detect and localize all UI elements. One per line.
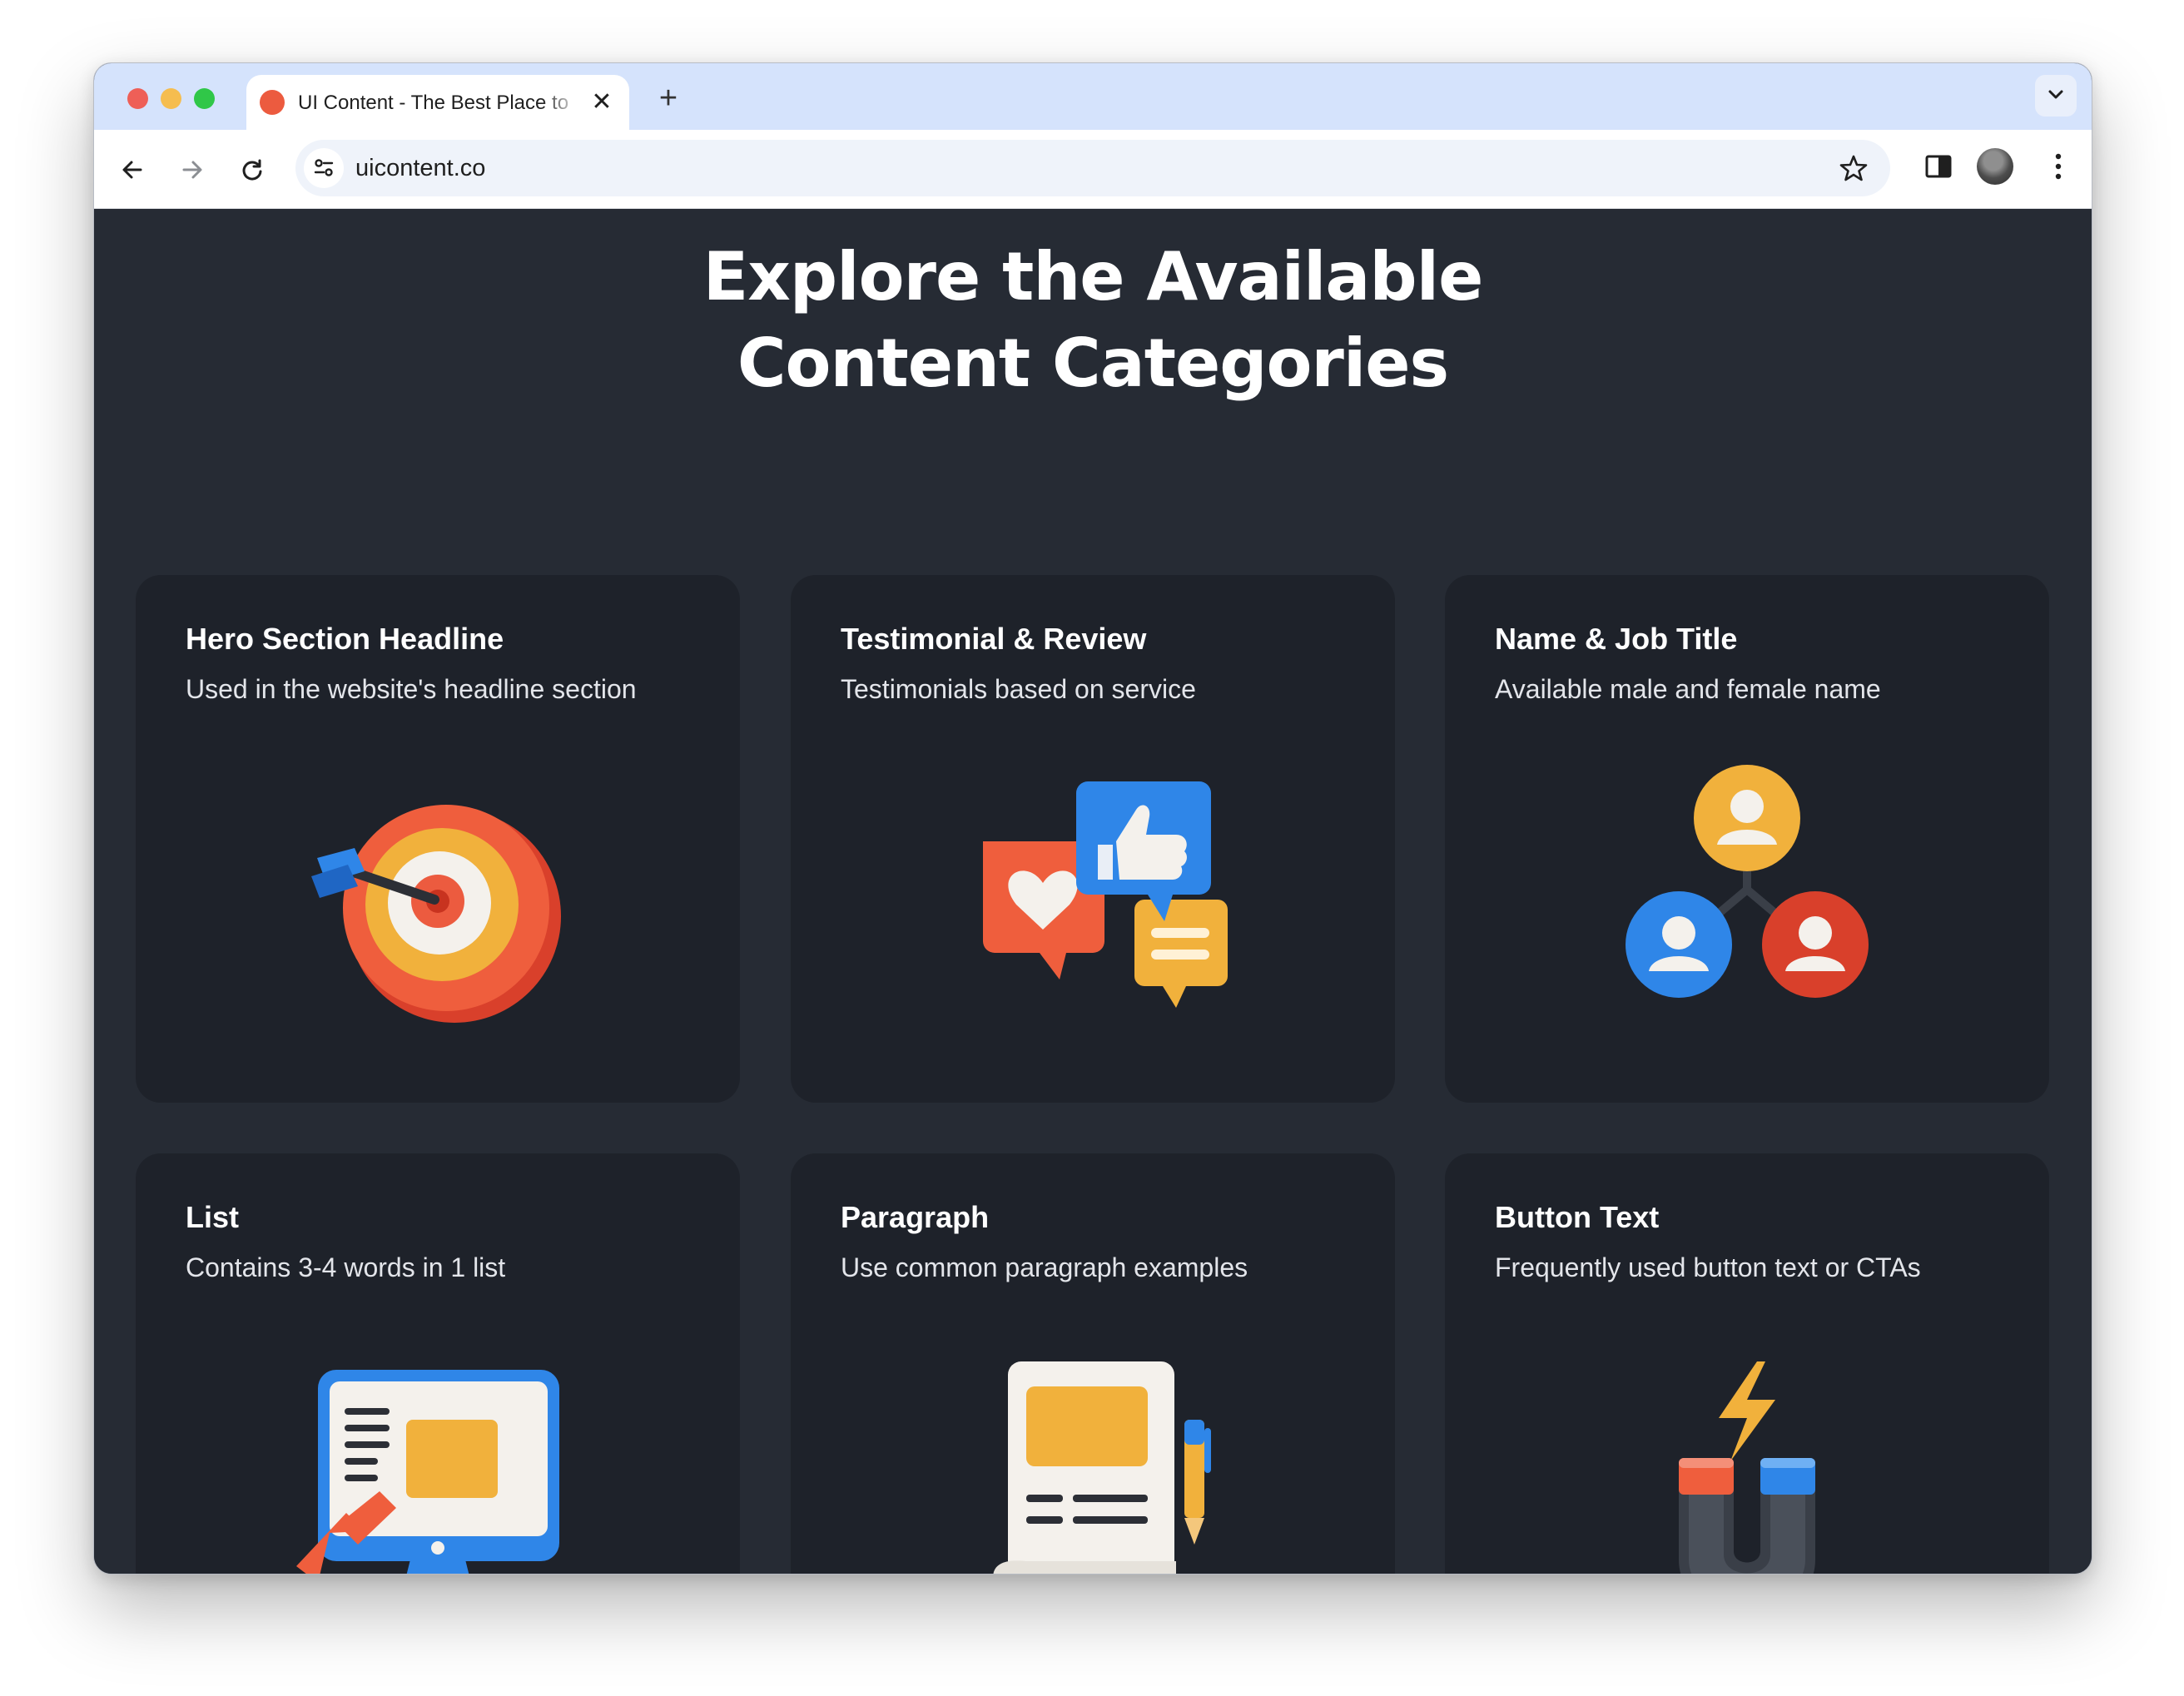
maximize-window-button[interactable] [194, 88, 215, 109]
card-description: Used in the website's headline section [186, 674, 637, 704]
site-info-icon [314, 159, 334, 176]
target-dart-icon [311, 805, 561, 1023]
tab-ui-content[interactable]: UI Content - The Best Place to ✕ [246, 75, 629, 130]
card-title: Button Text [1495, 1200, 1660, 1234]
category-card-button-text[interactable]: Button Text Frequently used button text … [1445, 1153, 2049, 1574]
card-title: Name & Job Title [1495, 622, 1738, 656]
tab-strip: UI Content - The Best Place to ✕ + [94, 63, 2092, 130]
reload-button[interactable] [231, 148, 272, 190]
headline-line-2: Content Categories [737, 325, 1449, 402]
browser-window: UI Content - The Best Place to ✕ + uicon… [93, 62, 2092, 1575]
reload-icon [242, 159, 262, 181]
category-card-list[interactable]: List Contains 3-4 words in 1 list [136, 1153, 740, 1574]
chevron-down-icon [2048, 90, 2063, 99]
side-panel-icon[interactable] [1922, 150, 1955, 183]
ui-content-favicon [260, 90, 285, 115]
card-description: Frequently used button text or CTAs [1495, 1252, 1921, 1282]
site-info-button[interactable] [304, 148, 344, 188]
headline-line-1: Explore the Available [702, 238, 1484, 315]
tab-title: UI Content - The Best Place to [298, 92, 569, 114]
page-content: Explore the Available Content Categories… [94, 209, 2092, 1574]
user-network-icon [1626, 765, 1869, 998]
more-vert-icon[interactable] [2050, 150, 2067, 183]
page-headline: Explore the Available Content Categories [94, 234, 2092, 407]
category-card-hero-headline[interactable]: Hero Section Headline Used in the websit… [136, 575, 740, 1103]
tab-search-button[interactable] [2035, 75, 2077, 117]
minimize-window-button[interactable] [161, 88, 181, 109]
monitor-list-icon [296, 1370, 559, 1574]
browser-toolbar: uicontent.co [94, 130, 2092, 209]
profile-avatar[interactable] [1977, 148, 2013, 185]
star-icon[interactable] [1839, 153, 1869, 183]
category-card-testimonial[interactable]: Testimonial & Review Testimonials based … [791, 575, 1395, 1103]
card-title: Paragraph [841, 1200, 990, 1234]
address-bar[interactable]: uicontent.co [295, 140, 1890, 196]
chat-bubbles-icon [983, 781, 1228, 1008]
card-title: List [186, 1200, 240, 1234]
back-arrow-icon [122, 161, 142, 179]
category-card-name-job-title[interactable]: Name & Job Title Available male and fema… [1445, 575, 2049, 1103]
magnet-bolt-icon [1679, 1361, 1815, 1574]
card-title: Testimonial & Review [841, 622, 1147, 656]
close-tab-icon[interactable]: ✕ [586, 87, 618, 118]
url-text: uicontent.co [355, 155, 486, 181]
document-pencil-icon [993, 1361, 1211, 1574]
card-description: Use common paragraph examples [841, 1252, 1248, 1282]
category-card-paragraph[interactable]: Paragraph Use common paragraph examples [791, 1153, 1395, 1574]
close-window-button[interactable] [127, 88, 148, 109]
forward-arrow-icon [182, 161, 202, 179]
new-tab-button[interactable]: + [650, 80, 687, 117]
card-title: Hero Section Headline [186, 622, 504, 656]
card-description: Contains 3-4 words in 1 list [186, 1252, 506, 1282]
back-button[interactable] [111, 148, 152, 190]
card-description: Available male and female name [1495, 674, 1881, 704]
card-description: Testimonials based on service [841, 674, 1196, 704]
forward-button[interactable] [171, 148, 212, 190]
